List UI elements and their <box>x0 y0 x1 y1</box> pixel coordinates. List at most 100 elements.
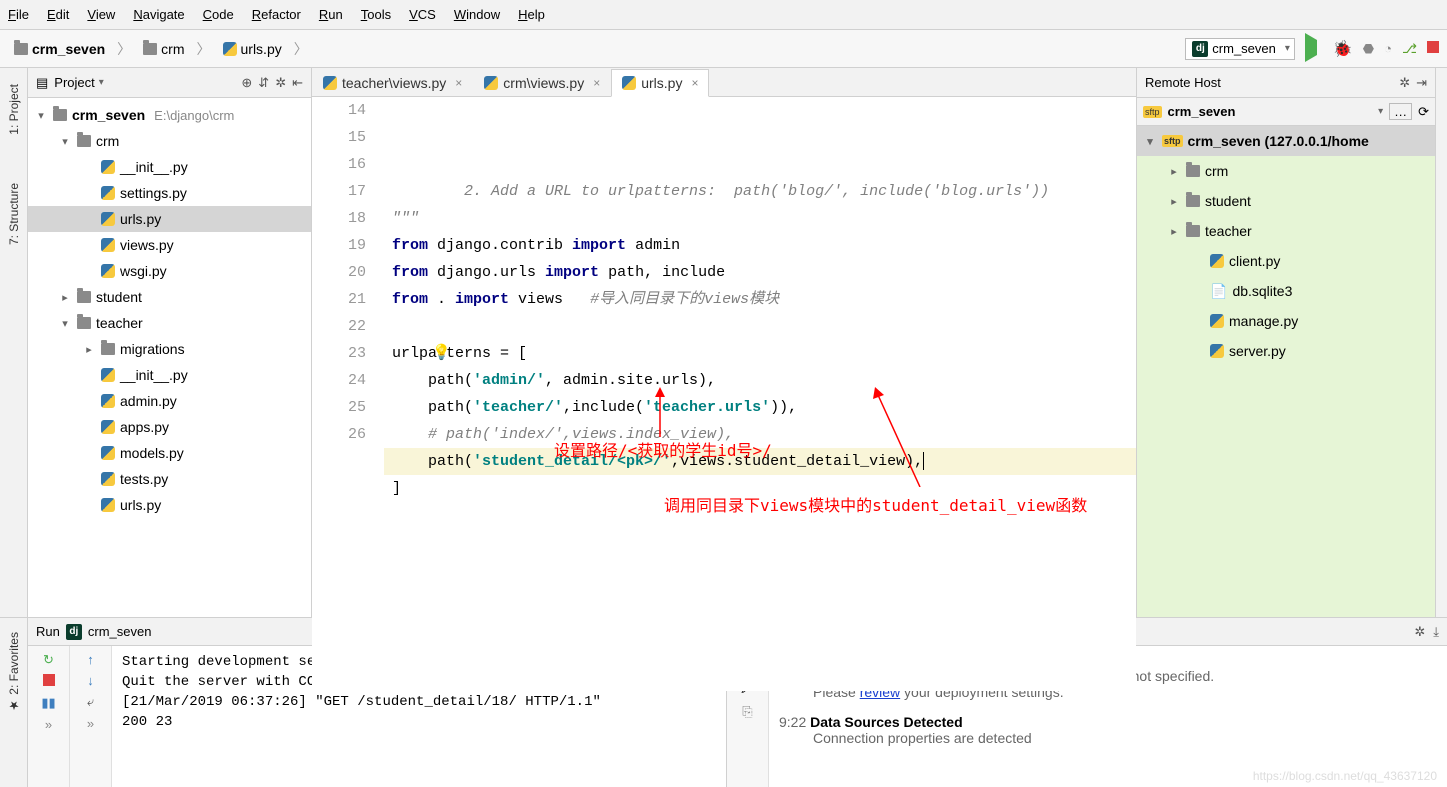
remote-tree-row[interactable]: server.py <box>1137 336 1435 366</box>
filter-icon[interactable]: ⎘ <box>742 704 752 720</box>
favorites-tool-tab[interactable]: ★ 2: Favorites <box>5 626 23 735</box>
code-editor[interactable]: 14151617181920212223242526 2. Add a URL … <box>312 97 1136 691</box>
tree-row[interactable]: tests.py <box>28 466 311 492</box>
menu-file[interactable]: File <box>8 7 29 22</box>
code-line[interactable]: from . import views #导入同目录下的views模块 <box>384 286 1136 313</box>
gear-icon[interactable]: ✲ <box>1414 624 1425 640</box>
code-line[interactable]: from django.contrib import admin <box>384 232 1136 259</box>
menu-navigate[interactable]: Navigate <box>133 7 184 22</box>
folder-icon <box>1186 195 1200 207</box>
main-area: 1: Project 7: Structure ▤ Project ▾ ⊕ ⇵ … <box>0 68 1447 617</box>
intention-bulb-icon[interactable]: 💡 <box>432 340 451 367</box>
run-configuration-selector[interactable]: dj crm_seven <box>1185 38 1295 60</box>
refresh-icon[interactable]: ⟳ <box>1418 104 1429 120</box>
tree-row[interactable]: ▾teacher <box>28 310 311 336</box>
remote-tree-row[interactable]: ▸student <box>1137 186 1435 216</box>
python-file-icon <box>101 394 115 408</box>
menu-edit[interactable]: Edit <box>47 7 69 22</box>
menu-code[interactable]: Code <box>203 7 234 22</box>
menu-help[interactable]: Help <box>518 7 545 22</box>
more-button[interactable]: » <box>45 717 52 732</box>
remote-tree-row[interactable]: manage.py <box>1137 306 1435 336</box>
code-line[interactable]: """ <box>384 205 1136 232</box>
python-file-icon <box>101 420 115 434</box>
remote-host-header: Remote Host ✲⇥ <box>1137 68 1435 98</box>
menu-refactor[interactable]: Refactor <box>252 7 301 22</box>
collapse-icon[interactable]: ⇵ <box>258 75 269 91</box>
tree-row[interactable]: ▸migrations <box>28 336 311 362</box>
tree-row[interactable]: ▾crm_sevenE:\django\crm <box>28 102 311 128</box>
remote-tree-row[interactable]: 📄db.sqlite3 <box>1137 276 1435 306</box>
hide-right-icon[interactable]: ⇥ <box>1416 75 1427 91</box>
tree-row[interactable]: __init__.py <box>28 362 311 388</box>
close-tab-icon[interactable]: × <box>593 76 600 90</box>
run-controls-col1: ↻ ▮▮ » <box>28 646 70 787</box>
run-button[interactable] <box>1305 40 1323 58</box>
coverage-button[interactable]: ⬣ <box>1363 41 1374 57</box>
remote-tree-row[interactable]: client.py <box>1137 246 1435 276</box>
remote-tree-row[interactable]: ▸crm <box>1137 156 1435 186</box>
browse-button[interactable]: … <box>1389 103 1412 120</box>
remote-tree[interactable]: ▾sftpcrm_seven (127.0.0.1/home ▸crm▸stud… <box>1137 126 1435 617</box>
python-file-icon <box>1210 344 1224 358</box>
debug-button[interactable]: 🐞 <box>1333 39 1353 59</box>
code-line[interactable]: from django.urls import path, include <box>384 259 1136 286</box>
project-tool-tab[interactable]: 1: Project <box>5 78 23 157</box>
profile-button[interactable]: ◔ <box>1384 41 1392 56</box>
code-line[interactable]: path('teacher/',include('teacher.urls'))… <box>384 394 1136 421</box>
up-button[interactable]: ↑ <box>87 652 94 667</box>
tree-row[interactable]: urls.py <box>28 206 311 232</box>
tree-row[interactable]: admin.py <box>28 388 311 414</box>
code-line[interactable]: path('admin/', admin.site.urls), <box>384 367 1136 394</box>
pause-button[interactable]: ▮▮ <box>41 695 55 711</box>
code-line[interactable]: 2. Add a URL to urlpatterns: path('blog/… <box>384 178 1136 205</box>
menu-vcs[interactable]: VCS <box>409 7 436 22</box>
tree-row[interactable]: __init__.py <box>28 154 311 180</box>
gear-icon[interactable]: ✲ <box>1399 75 1410 91</box>
tree-row[interactable]: ▸student <box>28 284 311 310</box>
editor-tab[interactable]: urls.py× <box>611 69 709 97</box>
close-tab-icon[interactable]: × <box>691 76 698 90</box>
left-tool-strip: 1: Project 7: Structure <box>0 68 28 617</box>
tree-row[interactable]: models.py <box>28 440 311 466</box>
python-file-icon <box>622 76 636 90</box>
menu-run[interactable]: Run <box>319 7 343 22</box>
wrap-button[interactable]: ⤶ <box>87 694 94 710</box>
export-icon[interactable]: ⤓ <box>1433 624 1439 640</box>
close-tab-icon[interactable]: × <box>455 76 462 90</box>
structure-tool-tab[interactable]: 7: Structure <box>5 177 23 267</box>
editor-tab[interactable]: crm\views.py× <box>473 68 611 96</box>
hide-icon[interactable]: ⇤ <box>292 75 303 91</box>
editor-tab[interactable]: teacher\views.py× <box>312 68 473 96</box>
concurrency-button[interactable]: ⎇ <box>1402 41 1417 57</box>
menu-tools[interactable]: Tools <box>361 7 391 22</box>
remote-tree-row[interactable]: ▸teacher <box>1137 216 1435 246</box>
project-tree[interactable]: ▾crm_sevenE:\django\crm▾crm__init__.pyse… <box>28 98 311 617</box>
stop-button[interactable] <box>1427 41 1439 56</box>
rerun-button[interactable]: ↻ <box>43 652 54 668</box>
python-file-icon <box>101 264 115 278</box>
breadcrumb-item[interactable]: urls.py <box>217 39 288 59</box>
settings-icon[interactable]: ✲ <box>275 75 286 91</box>
tree-row[interactable]: wsgi.py <box>28 258 311 284</box>
menu-window[interactable]: Window <box>454 7 500 22</box>
down-button[interactable]: ↓ <box>87 673 94 688</box>
tree-row[interactable]: views.py <box>28 232 311 258</box>
code-line[interactable]: urlpatterns = [ <box>384 340 1136 367</box>
python-file-icon <box>101 498 115 512</box>
python-file-icon <box>101 186 115 200</box>
tree-row[interactable]: ▾crm <box>28 128 311 154</box>
stop-button[interactable] <box>43 674 55 689</box>
breadcrumb-item[interactable]: crm <box>137 39 190 59</box>
code-line[interactable] <box>384 313 1136 340</box>
remote-server-name[interactable]: crm_seven <box>1168 104 1373 119</box>
menu-view[interactable]: View <box>87 7 115 22</box>
editor-code[interactable]: 2. Add a URL to urlpatterns: path('blog/… <box>384 97 1136 691</box>
locate-icon[interactable]: ⊕ <box>241 75 252 91</box>
tree-row[interactable]: apps.py <box>28 414 311 440</box>
sftp-icon: sftp <box>1143 106 1162 118</box>
tree-row[interactable]: urls.py <box>28 492 311 518</box>
breadcrumb-item[interactable]: crm_seven <box>8 39 111 59</box>
more-button-2[interactable]: » <box>87 716 94 731</box>
tree-row[interactable]: settings.py <box>28 180 311 206</box>
